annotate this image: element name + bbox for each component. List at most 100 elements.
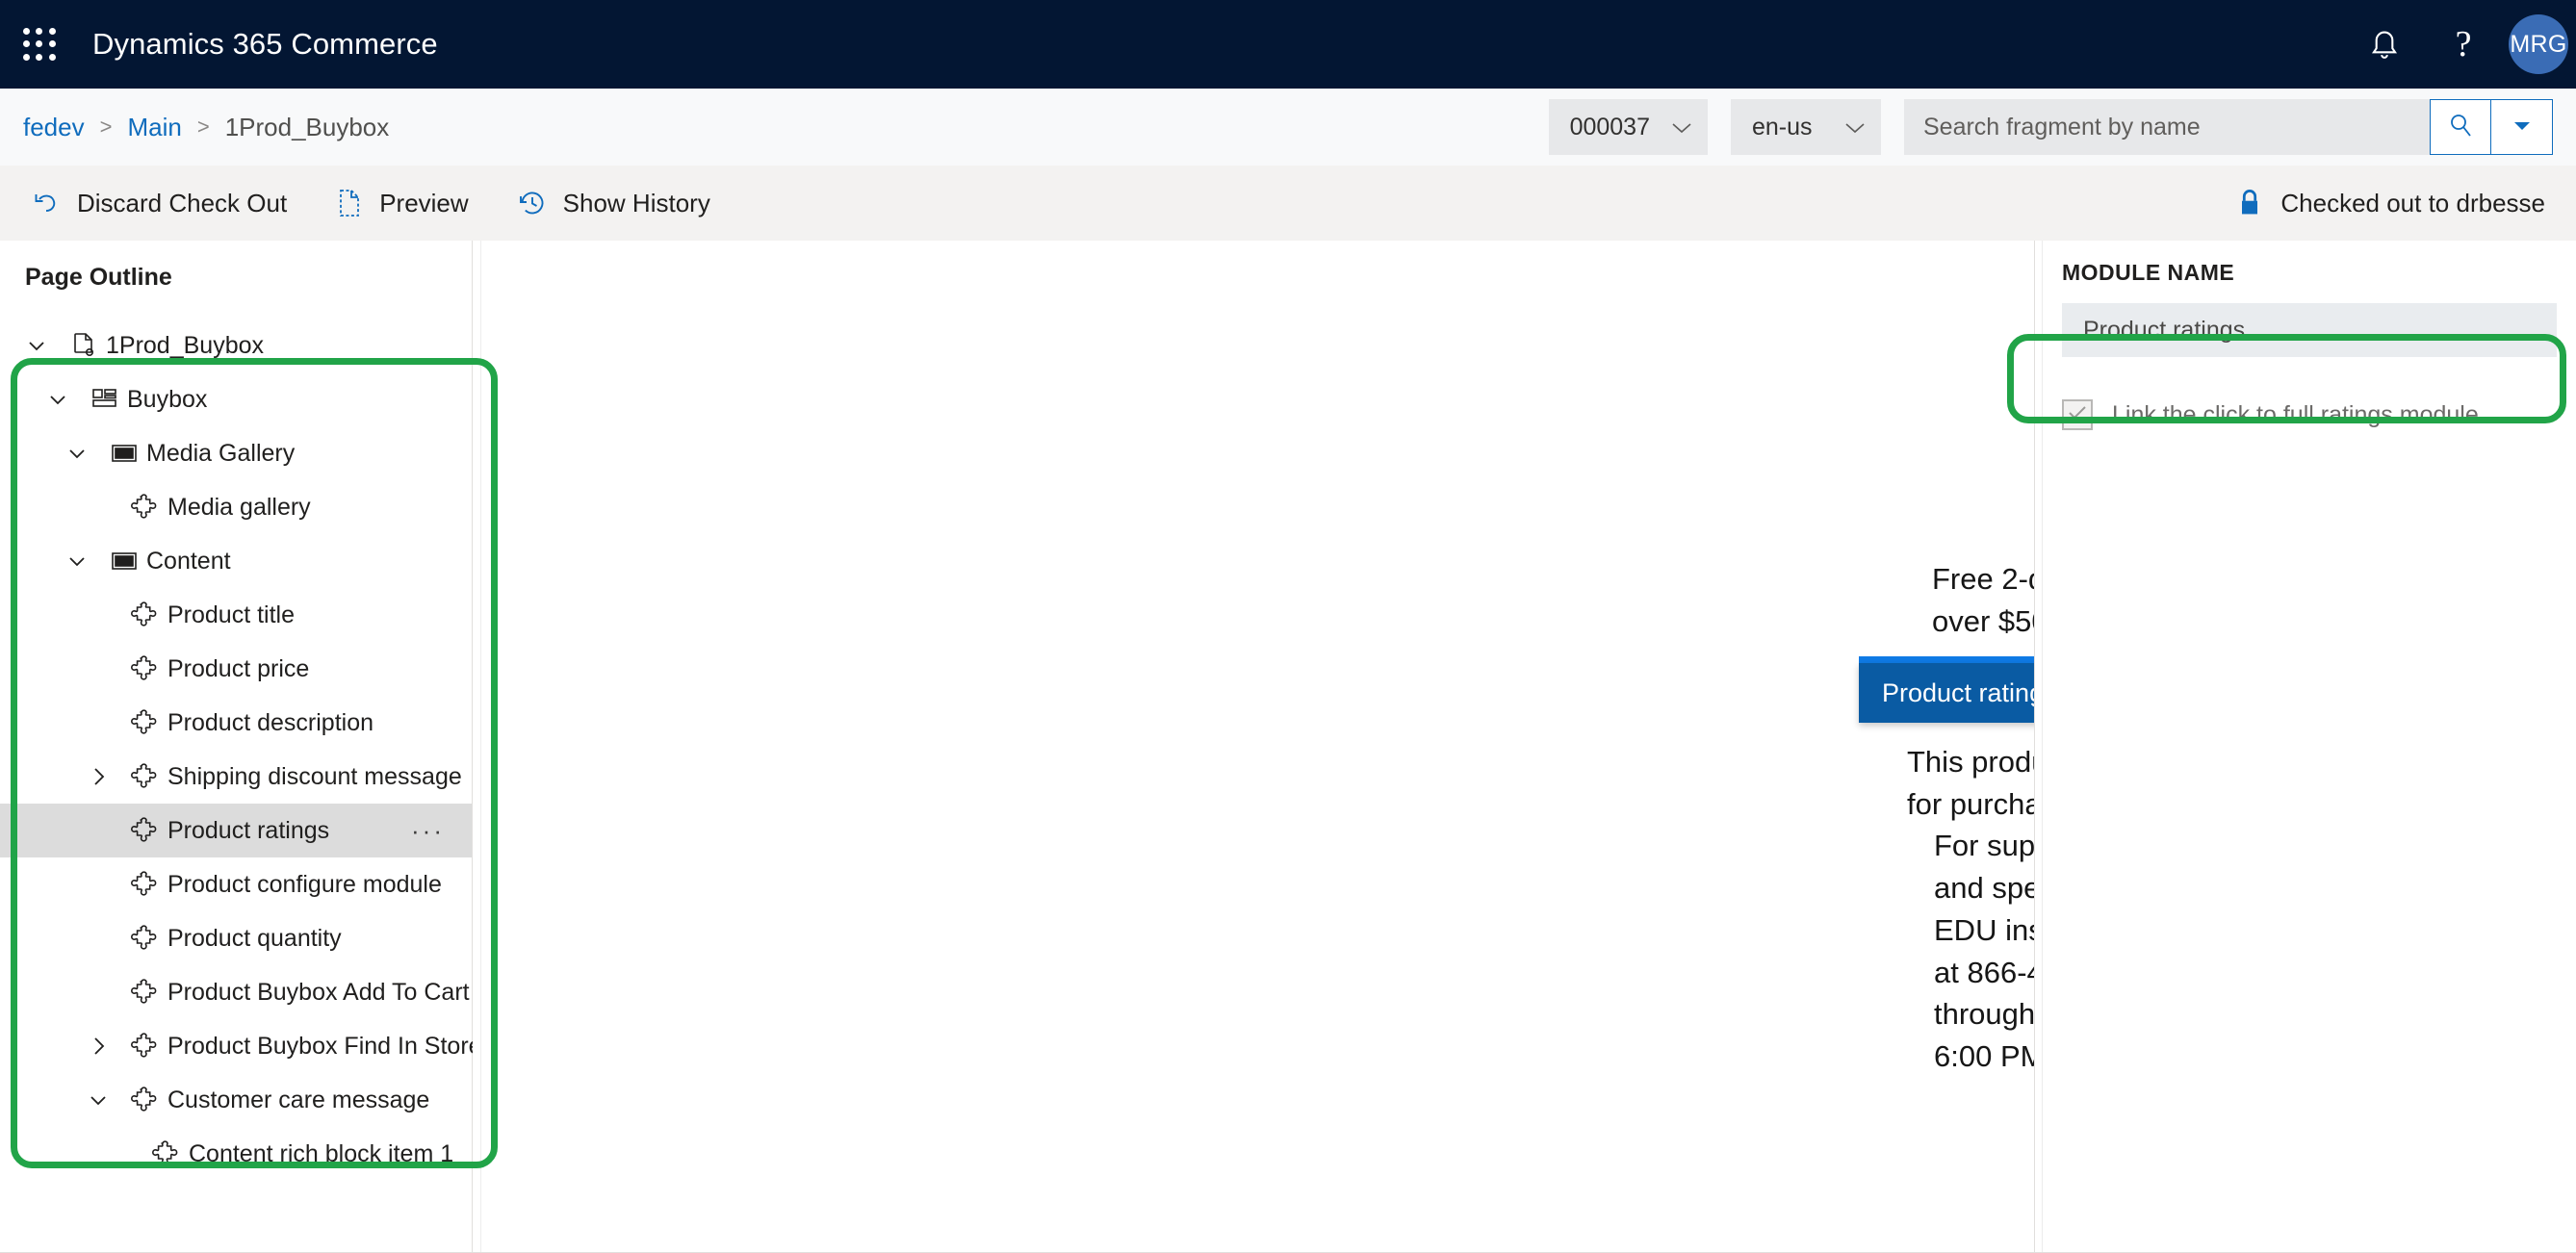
lock-icon	[2236, 188, 2263, 218]
tree-node[interactable]: Product description	[0, 696, 472, 750]
page-settings-icon	[62, 331, 106, 360]
properties-scrollbar[interactable]	[2035, 241, 2043, 1253]
tree-node-label: Product Buybox Find In Store	[167, 1032, 482, 1060]
command-bar: fedev > Main > 1Prod_Buybox 000037 en-us	[0, 89, 2576, 166]
tree-node-label: Buybox	[127, 385, 208, 413]
link-click-checkbox[interactable]: Link the click to full ratings module	[2062, 399, 2576, 430]
tree-node-label: Media Gallery	[146, 439, 296, 467]
breadcrumb-separator: >	[99, 115, 113, 139]
page-outline-panel: Page Outline 1Prod_Buybox Buybox Media Gal…	[0, 241, 482, 1253]
module-name-label: Product ratings	[1882, 678, 2034, 707]
tree-node-label: 1Prod_Buybox	[106, 331, 265, 359]
notifications-button[interactable]	[2345, 0, 2424, 89]
store-message-line-2: For support, larger orders, and special …	[1934, 829, 2035, 1073]
module-puzzle-icon	[123, 924, 167, 953]
page-canvas[interactable]: Free 2-day shipping on orders over $50 P…	[473, 241, 2035, 1253]
module-puzzle-icon	[144, 1139, 189, 1168]
header-actions: ? MRG	[2345, 0, 2576, 89]
module-puzzle-icon	[123, 870, 167, 899]
tree-node[interactable]: Product quantity	[0, 911, 472, 965]
search-options-button[interactable]	[2491, 99, 2553, 155]
discard-check-out-button[interactable]: Discard Check Out	[13, 166, 304, 241]
tree-node[interactable]: 1Prod_Buybox	[0, 319, 472, 372]
breadcrumb-separator: >	[196, 115, 210, 139]
discard-check-out-label: Discard Check Out	[77, 188, 288, 217]
tree-node[interactable]: Product Buybox Find In Store	[0, 1019, 482, 1073]
chevron-down-icon[interactable]	[52, 442, 102, 465]
history-clock-icon	[517, 188, 548, 218]
chevron-right-icon[interactable]	[73, 1035, 123, 1058]
chevron-right-icon[interactable]	[73, 765, 123, 788]
canvas-content: Free 2-day shipping on orders over $50 P…	[473, 241, 2034, 1253]
checkmark-icon	[2068, 405, 2087, 425]
tree-node[interactable]: Media Gallery	[0, 426, 472, 480]
search-input[interactable]	[1904, 99, 2430, 155]
module-puzzle-icon	[123, 1032, 167, 1061]
tree-node[interactable]: Product Buybox Add To Cart	[0, 965, 472, 1019]
app-root: Dynamics 365 Commerce ? MRG fedev > Main…	[0, 0, 2576, 1253]
properties-section-title: MODULE NAME	[2062, 260, 2235, 285]
app-title: Dynamics 365 Commerce	[92, 27, 438, 61]
search-group	[1904, 99, 2553, 155]
tree-node-label: Product configure module	[167, 870, 442, 898]
checkbox-box[interactable]	[2062, 399, 2093, 430]
shipping-discount-message[interactable]: Free 2-day shipping on orders over $50	[1932, 558, 2034, 643]
module-toolbar: Product ratings	[1859, 656, 2034, 723]
locale-select[interactable]: en-us	[1731, 99, 1881, 155]
ellipsis-icon[interactable]: ···	[411, 816, 460, 846]
module-name-field[interactable]: Product ratings	[2062, 303, 2557, 357]
tree-node-label: Content rich block item 1	[189, 1139, 454, 1167]
chevron-down-icon[interactable]	[33, 388, 83, 411]
version-select[interactable]: 000037	[1548, 99, 1708, 155]
show-history-button[interactable]: Show History	[500, 166, 728, 241]
store-availability-message[interactable]: This product is only available for purch…	[1907, 741, 2035, 1078]
tree-node[interactable]: Media gallery	[0, 480, 472, 534]
tree-node-label: Product ratings	[167, 816, 330, 844]
module-puzzle-icon	[123, 978, 167, 1007]
module-puzzle-icon	[123, 1086, 167, 1114]
chevron-down-icon[interactable]	[12, 334, 62, 357]
app-launcher-icon[interactable]	[23, 28, 56, 61]
tree-node[interactable]: Content rich block item 1	[0, 1127, 472, 1181]
tree-node[interactable]: Product ratings ···	[0, 804, 472, 857]
tree-node[interactable]: Product price	[0, 642, 472, 696]
container-icon	[102, 439, 146, 468]
layout-grid-icon	[83, 385, 127, 414]
tree-node[interactable]: Content	[0, 534, 472, 588]
tree-node[interactable]: Customer care message	[0, 1073, 472, 1127]
help-button[interactable]: ?	[2424, 0, 2503, 89]
breadcrumb-item-main[interactable]: Main	[127, 113, 181, 142]
workspace: Page Outline 1Prod_Buybox Buybox Media Gal…	[0, 241, 2576, 1253]
breadcrumb-item-fedev[interactable]: fedev	[23, 113, 85, 142]
breadcrumb: fedev > Main > 1Prod_Buybox	[23, 113, 389, 142]
search-button[interactable]	[2430, 99, 2491, 155]
tree-node-label: Customer care message	[167, 1086, 430, 1113]
avatar[interactable]: MRG	[2509, 14, 2568, 74]
undo-arrow-icon	[31, 188, 62, 218]
tree-node-label: Product description	[167, 708, 374, 736]
container-icon	[102, 547, 146, 575]
tree-node-label: Product Buybox Add To Cart	[167, 978, 470, 1006]
chevron-down-icon[interactable]	[52, 550, 102, 573]
module-accent-line	[1859, 656, 2034, 663]
module-puzzle-icon	[123, 816, 167, 845]
tree-node[interactable]: Buybox	[0, 372, 472, 426]
show-history-label: Show History	[562, 188, 710, 217]
tree-node[interactable]: Product configure module	[0, 857, 472, 911]
module-puzzle-icon	[123, 708, 167, 737]
preview-page-icon	[335, 188, 364, 218]
tree-node[interactable]: Shipping discount message	[0, 750, 472, 804]
question-mark-icon: ?	[2455, 24, 2472, 64]
page-outline-title: Page Outline	[25, 264, 172, 291]
version-select-value: 000037	[1569, 113, 1650, 141]
page-outline-tree[interactable]: 1Prod_Buybox Buybox Media Gallery Media gal…	[0, 319, 482, 1181]
module-name-dropdown[interactable]: Product ratings	[1859, 663, 2034, 723]
preview-button[interactable]: Preview	[318, 166, 485, 241]
app-header: Dynamics 365 Commerce ? MRG	[0, 0, 2576, 89]
chevron-down-icon[interactable]	[73, 1088, 123, 1112]
module-puzzle-icon	[123, 601, 167, 629]
tree-node-label: Product price	[167, 654, 310, 682]
command-bar-right: 000037 en-us	[1548, 99, 2553, 155]
locale-select-value: en-us	[1752, 113, 1813, 141]
tree-node[interactable]: Product title	[0, 588, 472, 642]
